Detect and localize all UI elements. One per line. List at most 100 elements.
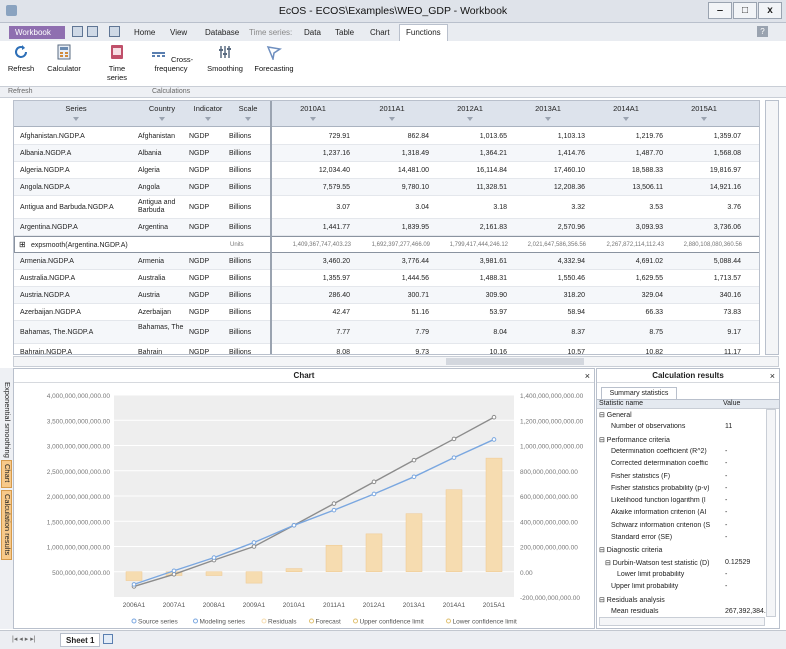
expand-icon[interactable]: ⊞ (19, 240, 26, 249)
table-cell[interactable]: 14,481.00 (355, 162, 429, 175)
tab-view[interactable]: View (170, 28, 187, 37)
table-cell[interactable]: 318.20 (511, 287, 585, 300)
filter-arrow-icon[interactable] (73, 117, 79, 121)
table-cell[interactable]: 1,318.49 (355, 145, 429, 158)
table-cell[interactable]: 8.75 (589, 321, 663, 337)
calc-horizontal-scrollbar[interactable] (599, 617, 765, 626)
table-cell[interactable]: 8.08 (276, 344, 350, 354)
table-cell[interactable]: 2,161.83 (433, 219, 507, 232)
stat-row[interactable]: ⊟ Residuals analysis (599, 596, 725, 604)
table-cell[interactable]: Afghanistan.NGDP.A (20, 128, 132, 141)
tab-functions[interactable]: Functions (399, 24, 448, 41)
table-cell[interactable]: 16,114.84 (433, 162, 507, 175)
table-cell[interactable]: Armenia.NGDP.A (20, 253, 132, 266)
filter-arrow-icon[interactable] (701, 117, 707, 121)
close-chart-icon[interactable]: × (585, 371, 590, 381)
table-row[interactable]: Angola.NGDP.A Angola NGDP Billions 7,579.55 9… (14, 179, 759, 196)
table-cell[interactable]: 12,034.40 (276, 162, 350, 175)
table-cell[interactable]: Billions (229, 162, 267, 175)
table-cell[interactable]: 862.84 (355, 128, 429, 141)
table-cell[interactable]: 8.04 (433, 321, 507, 337)
column-header[interactable]: 2015A1 (667, 104, 741, 121)
table-cell[interactable]: NGDP (189, 128, 227, 141)
table-cell[interactable]: Angola.NGDP.A (20, 179, 132, 192)
table-cell[interactable]: 2,267,872,114,112.43 (590, 237, 665, 250)
sidebar-tab-chart[interactable]: Chart (1, 460, 12, 488)
table-cell[interactable]: NGDP (189, 162, 227, 175)
column-header[interactable]: 2011A1 (355, 104, 429, 121)
table-cell[interactable]: Billions (229, 253, 267, 266)
table-cell[interactable]: 3,736.06 (667, 219, 741, 232)
table-cell[interactable]: Armenia (138, 253, 186, 266)
workbook-menu-button[interactable]: Workbook (9, 26, 65, 39)
help-icon[interactable]: ? (757, 26, 768, 37)
table-cell[interactable]: 329.04 (589, 287, 663, 300)
smoothing-button[interactable]: Smoothing (205, 44, 245, 73)
table-cell[interactable]: 1,799,417,444,246.12 (434, 237, 508, 250)
table-cell[interactable]: 42.47 (276, 304, 350, 317)
table-cell[interactable]: NGDP (189, 304, 227, 317)
print-icon[interactable] (87, 26, 98, 37)
table-cell[interactable]: 1,409,367,747,403.23 (277, 237, 351, 250)
stat-row[interactable]: Standard error (SE) - (611, 534, 727, 541)
table-cell[interactable]: 9,780.10 (355, 179, 429, 192)
table-cell[interactable]: NGDP (189, 196, 227, 212)
calculator-button[interactable]: Calculator (44, 44, 84, 73)
table-cell[interactable]: 1,364.21 (433, 145, 507, 158)
table-cell[interactable]: 3,981.61 (433, 253, 507, 266)
table-cell[interactable]: Argentina.NGDP.A (20, 219, 132, 232)
table-cell[interactable]: 729.91 (276, 128, 350, 141)
minimize-button[interactable]: ‒ (708, 2, 732, 19)
table-cell[interactable]: 13,506.11 (589, 179, 663, 192)
table-cell[interactable]: Billions (229, 145, 267, 158)
new-document-icon[interactable] (109, 26, 120, 37)
table-row[interactable]: Albania.NGDP.A Albania NGDP Billions 1,237.1… (14, 145, 759, 162)
table-cell[interactable]: NGDP (189, 179, 227, 192)
table-cell[interactable]: Bahamas, The.NGDP.A (20, 321, 132, 337)
table-cell[interactable]: 19,816.97 (667, 162, 741, 175)
filter-arrow-icon[interactable] (545, 117, 551, 121)
table-cell[interactable]: 7,579.55 (276, 179, 350, 192)
table-cell[interactable]: 1,488.31 (433, 270, 507, 283)
table-cell[interactable]: Albania.NGDP.A (20, 145, 132, 158)
column-header[interactable]: 2013A1 (511, 104, 585, 121)
stat-row[interactable]: ⊟ Performance criteria (599, 436, 725, 444)
add-sheet-icon[interactable] (103, 634, 113, 644)
sheet-nav-arrows[interactable]: |◂ ◂ ▸ ▸| (12, 635, 36, 643)
column-header[interactable]: 2010A1 (276, 104, 350, 121)
table-cell[interactable]: 51.16 (355, 304, 429, 317)
stat-row[interactable]: ⊟ Durbin-Watson test statistic (D) 0.1252… (605, 559, 750, 567)
table-cell[interactable]: Australia.NGDP.A (20, 270, 132, 283)
table-cell[interactable]: 1,237.16 (276, 145, 350, 158)
table-cell[interactable]: 3.18 (433, 196, 507, 212)
stat-row[interactable]: Likelihood function logarithm (l - (611, 497, 727, 504)
filter-arrow-icon[interactable] (159, 117, 165, 121)
table-cell[interactable] (190, 237, 228, 241)
close-calc-icon[interactable]: × (770, 371, 775, 381)
table-cell[interactable]: Angola (138, 179, 186, 192)
column-header[interactable]: 2014A1 (589, 104, 663, 121)
table-cell[interactable]: 2,880,108,080,360.56 (668, 237, 742, 250)
table-cell[interactable]: 309.90 (433, 287, 507, 300)
column-header[interactable]: Series (20, 104, 132, 121)
stat-row[interactable]: Fisher statistics probability (p-v) - (611, 485, 727, 492)
save-icon[interactable] (72, 26, 83, 37)
table-cell[interactable]: 300.71 (355, 287, 429, 300)
table-cell[interactable]: 1,355.97 (276, 270, 350, 283)
table-cell[interactable]: 1,692,397,277,466.09 (356, 237, 430, 250)
table-cell[interactable]: Billions (229, 196, 267, 212)
stat-row[interactable]: ⊟ General (599, 411, 725, 419)
table-cell[interactable]: Albania (138, 145, 186, 158)
table-cell[interactable]: 3.07 (276, 196, 350, 212)
table-cell[interactable]: Billions (229, 179, 267, 192)
table-cell[interactable]: 9.17 (667, 321, 741, 337)
filter-arrow-icon[interactable] (467, 117, 473, 121)
column-header[interactable]: Country (138, 104, 186, 121)
table-cell[interactable]: Billions (229, 344, 267, 354)
table-cell[interactable]: Billions (229, 321, 267, 337)
table-cell[interactable]: 12,208.36 (511, 179, 585, 192)
table-cell[interactable]: 53.97 (433, 304, 507, 317)
table-cell[interactable]: 1,441.77 (276, 219, 350, 232)
calc-vertical-scrollbar[interactable] (766, 409, 776, 617)
table-cell[interactable]: Billions (229, 219, 267, 232)
